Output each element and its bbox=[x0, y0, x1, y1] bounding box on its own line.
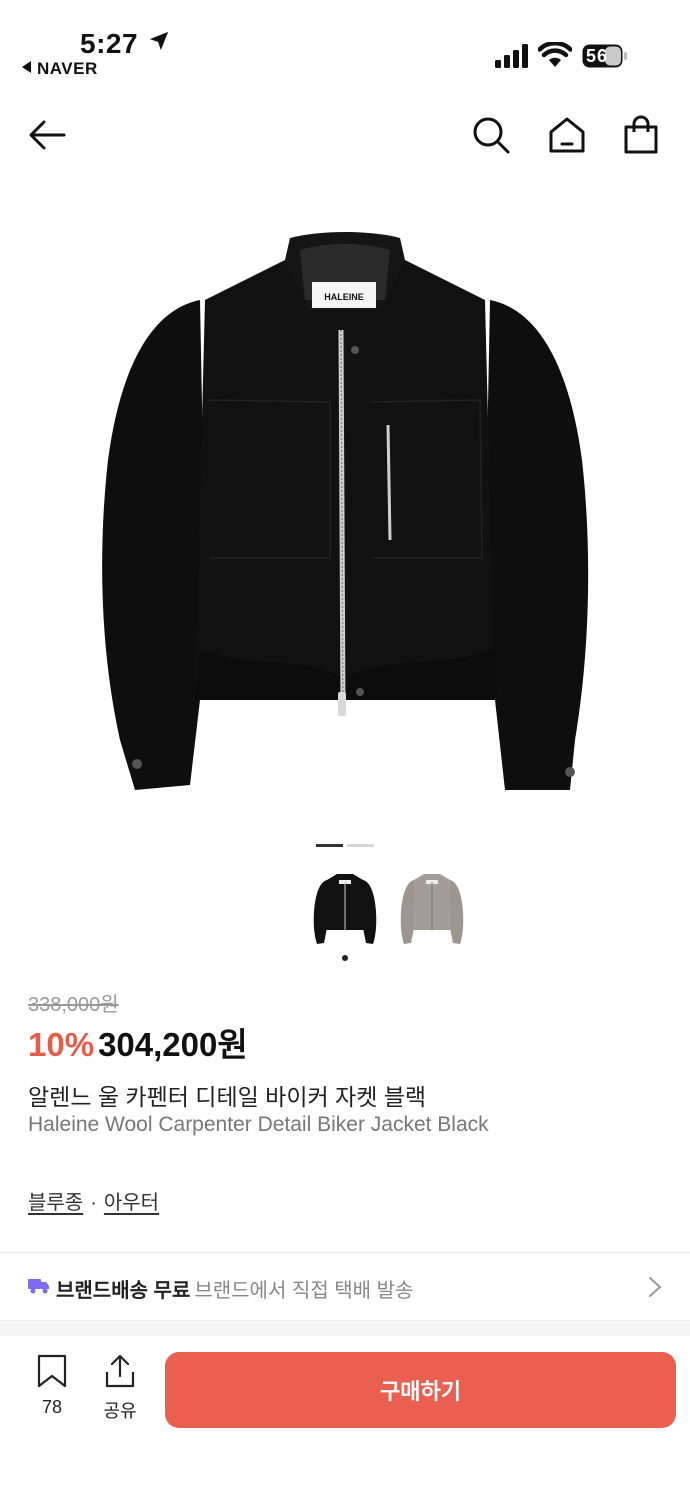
original-price: 338,000원 bbox=[28, 994, 119, 1016]
bookmark-count: 78 bbox=[41, 1397, 63, 1417]
back-arrow-icon[interactable] bbox=[26, 114, 68, 156]
battery-icon: 56 bbox=[582, 44, 628, 68]
shipping-text: 브랜드배송 무료 브랜드에서 직접 택배 발송 bbox=[56, 1274, 413, 1303]
share-icon bbox=[105, 1354, 135, 1388]
divider bbox=[0, 1252, 690, 1253]
category-separator: · bbox=[90, 1192, 97, 1214]
delivery-truck-icon bbox=[28, 1279, 49, 1294]
sale-price: 304,200원 bbox=[98, 1026, 248, 1063]
product-image[interactable]: HALEINE bbox=[0, 180, 690, 830]
color-thumbnails bbox=[0, 868, 690, 968]
pager-indicator bbox=[347, 844, 374, 847]
discount-rate: 10% bbox=[28, 1026, 95, 1063]
share-label: 공유 bbox=[103, 1401, 137, 1421]
location-arrow-icon bbox=[149, 31, 169, 51]
pager-indicator-active bbox=[316, 844, 343, 847]
price-row: 10% 304,200원 bbox=[28, 1018, 248, 1066]
category-link-blouson[interactable]: 블루종 bbox=[28, 1192, 83, 1214]
product-title-english: Haleine Wool Carpenter Detail Biker Jack… bbox=[28, 1113, 489, 1136]
back-triangle-icon bbox=[22, 61, 31, 73]
bookmark-icon bbox=[37, 1354, 67, 1388]
shipping-title: 브랜드배송 무료 bbox=[56, 1280, 191, 1302]
cellular-signal-icon bbox=[495, 44, 528, 68]
product-title-korean: 알렌느 울 카펜터 디테일 바이커 자켓 블랙 bbox=[28, 1084, 427, 1110]
shipping-subtitle: 브랜드에서 직접 택배 발송 bbox=[194, 1280, 414, 1302]
brand-label: HALEINE bbox=[324, 292, 364, 302]
chevron-right-icon bbox=[649, 1277, 662, 1297]
bookmark-button[interactable]: 78 bbox=[24, 1354, 80, 1418]
buy-button[interactable]: 구매하기 bbox=[165, 1352, 676, 1428]
image-pager bbox=[316, 844, 376, 848]
status-time: 5:27 bbox=[80, 28, 139, 59]
back-app-label: NAVER bbox=[37, 59, 98, 78]
section-gap bbox=[0, 1320, 690, 1336]
shopping-bag-icon[interactable] bbox=[620, 114, 662, 156]
top-nav bbox=[0, 100, 690, 170]
battery-level: 56 bbox=[586, 46, 609, 66]
home-icon[interactable] bbox=[546, 114, 588, 156]
share-button[interactable]: 공유 bbox=[92, 1354, 148, 1423]
search-icon[interactable] bbox=[470, 114, 512, 156]
status-bar: 5:27 NAVER 56 bbox=[0, 0, 690, 92]
category-link-outer[interactable]: 아우터 bbox=[104, 1192, 159, 1214]
thumbnail-black-jacket[interactable] bbox=[305, 868, 385, 952]
wifi-icon bbox=[538, 42, 572, 67]
bottom-action-bar: 78 공유 구매하기 bbox=[0, 1336, 690, 1500]
back-to-app[interactable]: NAVER bbox=[22, 59, 98, 79]
category-breadcrumb: 블루종 · 아우터 bbox=[28, 1186, 159, 1215]
thumbnail-gray-jacket[interactable] bbox=[392, 868, 472, 952]
selected-thumbnail-dot bbox=[342, 955, 348, 961]
shipping-info-row[interactable]: 브랜드배송 무료 브랜드에서 직접 택배 발송 bbox=[0, 1254, 690, 1320]
